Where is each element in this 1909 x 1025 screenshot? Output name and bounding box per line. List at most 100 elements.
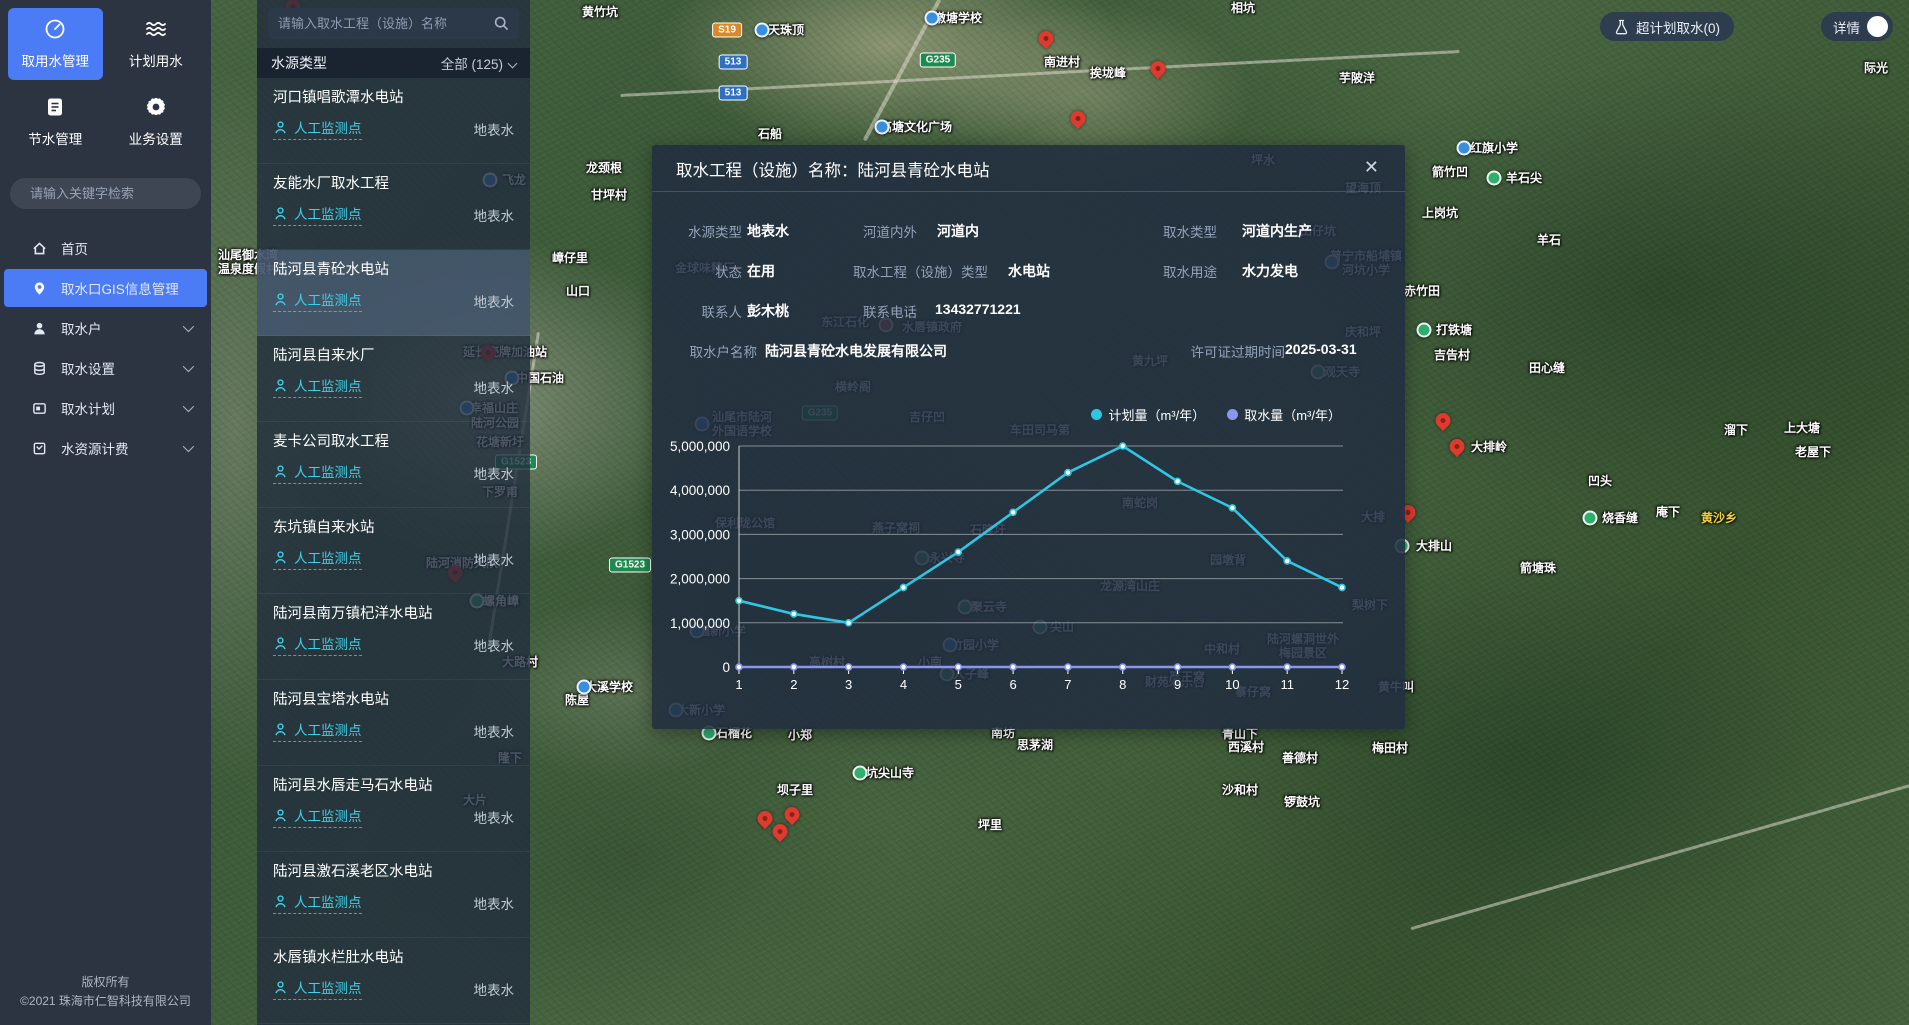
map-marker-red-pin[interactable]: [781, 804, 802, 825]
station-name: 陆河县自来水厂: [273, 346, 514, 366]
station-list-item[interactable]: 友能水厂取水工程人工监测点地表水: [257, 164, 530, 250]
sidebar-search-input[interactable]: [30, 186, 206, 201]
station-list-item[interactable]: 陆河县青砼水电站人工监测点 地表水: [257, 250, 530, 336]
search-icon[interactable]: [494, 16, 509, 31]
close-icon[interactable]: ✕: [1364, 157, 1379, 177]
sidebar-search-box: [10, 178, 201, 209]
manual-monitor-link[interactable]: 人工监测点: [273, 977, 362, 1000]
manual-monitor-link[interactable]: 人工监测点: [273, 461, 362, 484]
map-marker-red-pin[interactable]: [1147, 58, 1168, 79]
station-name: 陆河县青砼水电站: [273, 260, 514, 280]
sidebar-item-label: 取水设置: [61, 358, 115, 378]
station-sub-row: 人工监测点 地表水: [273, 891, 514, 914]
field-label: 取水工程（设施）类型: [853, 261, 988, 281]
map-label: 西溪村: [1228, 740, 1264, 754]
db-icon: [32, 361, 47, 376]
module-waves-button[interactable]: 计划用水: [109, 8, 204, 80]
manual-monitor-link[interactable]: 人工监测点: [273, 719, 362, 742]
map-marker-blue-circle[interactable]: [925, 11, 940, 26]
road-badge: 513: [719, 86, 748, 101]
manual-monitor-link[interactable]: 人工监测点: [273, 891, 362, 914]
station-list-item[interactable]: 麦卡公司取水工程人工监测点地表水: [257, 422, 530, 508]
sidebar-item-user[interactable]: 取水户: [4, 309, 207, 347]
monitor-label: 人工监测点: [294, 977, 362, 997]
field-label: 联系人: [702, 301, 743, 321]
manual-monitor-link[interactable]: 人工监测点: [273, 547, 362, 570]
station-sub-row: 人工监测点地表水: [273, 461, 514, 484]
sidebar-menu: 首页取水口GIS信息管理取水户取水设置取水计划水资源计费: [0, 227, 211, 469]
filter-dropdown[interactable]: 全部 (125): [441, 53, 516, 73]
map-label: 思茅湖: [1017, 738, 1053, 752]
map-marker-red-pin[interactable]: [1035, 28, 1056, 49]
map-marker-blue-circle[interactable]: [577, 680, 592, 695]
svg-text:5,000,000: 5,000,000: [670, 439, 730, 454]
map-marker-blue-circle[interactable]: [755, 23, 770, 38]
water-source-type: 地表水: [474, 291, 515, 311]
map-marker-green-circle[interactable]: [1417, 323, 1432, 338]
manual-monitor-link[interactable]: 人工监测点: [273, 203, 362, 226]
map-label: 石船: [758, 127, 782, 141]
field-value: 陆河县青砼水电发展有限公司: [765, 341, 947, 361]
field-label: 许可证过期时间: [1191, 341, 1286, 361]
svg-text:8: 8: [1119, 677, 1126, 692]
svg-text:3,000,000: 3,000,000: [670, 527, 730, 542]
manual-monitor-link[interactable]: 人工监测点: [273, 117, 362, 140]
map-marker-red-pin[interactable]: [769, 821, 790, 842]
sidebar-item-card[interactable]: 取水计划: [4, 389, 207, 427]
module-label: 业务设置: [129, 128, 183, 148]
manual-monitor-link[interactable]: 人工监测点: [273, 805, 362, 828]
station-list-item[interactable]: 河口镇唱歌潭水电站人工监测点地表水: [257, 78, 530, 164]
sidebar-item-calc[interactable]: 水资源计费: [4, 429, 207, 467]
module-gauge-button[interactable]: 取用水管理: [8, 8, 103, 80]
station-list-item[interactable]: 陆河县南万镇杞洋水电站人工监测点地表水: [257, 594, 530, 680]
module-doc-button[interactable]: 节水管理: [8, 86, 103, 158]
detail-toggle[interactable]: 详情: [1821, 12, 1893, 41]
map-label: 嶂仔里: [552, 251, 588, 265]
water-source-type: 地表水: [474, 893, 515, 913]
map-marker-green-circle[interactable]: [1583, 511, 1598, 526]
sidebar-item-label: 取水计划: [61, 398, 115, 418]
station-list-item[interactable]: 陆河县自来水厂人工监测点地表水: [257, 336, 530, 422]
water-source-type: 地表水: [474, 119, 515, 139]
map-marker-green-circle[interactable]: [853, 766, 868, 781]
station-list-item[interactable]: 东坑镇自来水站人工监测点地表水: [257, 508, 530, 594]
sidebar: 取用水管理计划用水节水管理业务设置 首页取水口GIS信息管理取水户取水设置取水计…: [0, 0, 211, 1025]
chevron-down-icon: [508, 58, 518, 68]
field-value: 彭木桃: [747, 301, 789, 321]
water-source-type: 地表水: [474, 635, 515, 655]
map-marker-red-pin[interactable]: [1432, 410, 1453, 431]
flask-icon: [1614, 19, 1629, 35]
station-name: 陆河县激石溪老区水电站: [273, 862, 514, 882]
sidebar-item-db[interactable]: 取水设置: [4, 349, 207, 387]
map-marker-red-pin[interactable]: [1446, 436, 1467, 457]
station-list-item[interactable]: 陆河县水唇走马石水电站人工监测点地表水: [257, 766, 530, 852]
water-source-filter-row: 水源类型 全部 (125): [257, 48, 530, 78]
manual-monitor-link[interactable]: 人工监测点: [273, 289, 362, 312]
map-marker-red-pin[interactable]: [1067, 108, 1088, 129]
monitor-label: 人工监测点: [294, 375, 362, 395]
map-label: 坝子里: [777, 783, 813, 797]
station-name: 陆河县水唇走马石水电站: [273, 776, 514, 796]
over-plan-label: 超计划取水(0): [1636, 17, 1720, 37]
over-plan-intake-button[interactable]: 超计划取水(0): [1600, 12, 1734, 41]
sidebar-item-home[interactable]: 首页: [4, 229, 207, 267]
station-list-item[interactable]: 水唇镇水栏肚水电站人工监测点地表水: [257, 938, 530, 1024]
map-marker-blue-circle[interactable]: [1457, 141, 1472, 156]
station-list-item[interactable]: 陆河县宝塔水电站人工监测点地表水: [257, 680, 530, 766]
map-label: 锣鼓坑: [1284, 795, 1320, 809]
module-label: 计划用水: [129, 50, 183, 70]
map-marker-green-circle[interactable]: [1487, 171, 1502, 186]
manual-monitor-link[interactable]: 人工监测点: [273, 633, 362, 656]
sidebar-item-pin[interactable]: 取水口GIS信息管理: [4, 269, 207, 307]
map-marker-red-pin[interactable]: [754, 808, 775, 829]
map-marker-blue-circle[interactable]: [875, 120, 890, 135]
station-search-input[interactable]: [278, 16, 494, 31]
sidebar-item-label: 首页: [61, 238, 88, 258]
station-list-item[interactable]: 陆河县激石溪老区水电站人工监测点 地表水: [257, 852, 530, 938]
monitor-label: 人工监测点: [294, 547, 362, 567]
manual-monitor-link[interactable]: 人工监测点: [273, 375, 362, 398]
module-gear-button[interactable]: 业务设置: [109, 86, 204, 158]
copyright: 版权所有 ©2021 珠海市仁智科技有限公司: [0, 963, 211, 1025]
map-label: 梅田村: [1372, 741, 1408, 755]
toggle-knob[interactable]: [1867, 16, 1888, 37]
